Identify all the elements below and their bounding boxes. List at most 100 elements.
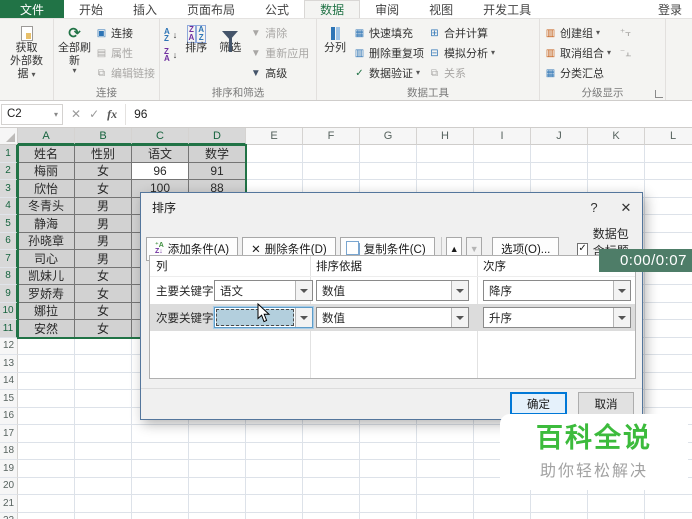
tab-insert[interactable]: 插入 bbox=[118, 0, 172, 18]
formula-cancel-icon[interactable]: ✕ bbox=[71, 107, 81, 121]
cell-F20[interactable] bbox=[303, 477, 360, 495]
column-header-D[interactable]: D bbox=[189, 128, 246, 145]
name-box[interactable]: C2 ▾ bbox=[1, 103, 63, 125]
cell-B13[interactable] bbox=[75, 355, 132, 373]
tab-developer[interactable]: 开发工具 bbox=[468, 0, 546, 18]
cell-C22[interactable] bbox=[132, 512, 189, 519]
tab-view[interactable]: 视图 bbox=[414, 0, 468, 18]
cell-B9[interactable]: 女 bbox=[75, 285, 132, 303]
cell-E21[interactable] bbox=[246, 495, 303, 513]
cell-L11[interactable] bbox=[645, 320, 692, 338]
cell-G19[interactable] bbox=[360, 460, 417, 478]
cell-K1[interactable] bbox=[588, 145, 645, 163]
secondary-sorton-select[interactable]: 数值 bbox=[316, 307, 469, 328]
cell-A13[interactable] bbox=[18, 355, 75, 373]
cell-I21[interactable] bbox=[474, 495, 531, 513]
row-header-22[interactable]: 22 bbox=[0, 512, 18, 519]
cell-A5[interactable]: 静海 bbox=[18, 215, 75, 233]
cell-L9[interactable] bbox=[645, 285, 692, 303]
relationships-button[interactable]: ⧉ 关系 bbox=[426, 64, 497, 82]
cell-B18[interactable] bbox=[75, 442, 132, 460]
row-header-20[interactable]: 20 bbox=[0, 477, 18, 495]
row-header-18[interactable]: 18 bbox=[0, 442, 18, 460]
tab-home[interactable]: 开始 bbox=[64, 0, 118, 18]
cell-A9[interactable]: 罗娇寿 bbox=[18, 285, 75, 303]
edit-links-button[interactable]: ⧉ 编辑链接 bbox=[93, 64, 157, 82]
primary-sorton-select[interactable]: 数值 bbox=[316, 280, 469, 301]
column-header-C[interactable]: C bbox=[132, 128, 189, 145]
subtotal-button[interactable]: ▦ 分类汇总 bbox=[542, 64, 613, 82]
clear-filter-button[interactable]: ▼ 清除 bbox=[247, 24, 311, 42]
cell-D1[interactable]: 数学 bbox=[189, 145, 246, 163]
cell-B3[interactable]: 女 bbox=[75, 180, 132, 198]
row-header-17[interactable]: 17 bbox=[0, 425, 18, 443]
cell-B20[interactable] bbox=[75, 477, 132, 495]
cell-G18[interactable] bbox=[360, 442, 417, 460]
cell-E22[interactable] bbox=[246, 512, 303, 519]
cell-C2[interactable]: 96 bbox=[132, 162, 189, 180]
header-checkbox[interactable]: ✓ bbox=[577, 242, 588, 256]
cell-B1[interactable]: 性别 bbox=[75, 145, 132, 163]
cell-K2[interactable] bbox=[588, 162, 645, 180]
cell-E2[interactable] bbox=[246, 162, 303, 180]
cell-A11[interactable]: 安然 bbox=[18, 320, 75, 338]
cell-B19[interactable] bbox=[75, 460, 132, 478]
advanced-filter-button[interactable]: ▼ 高级 bbox=[247, 64, 311, 82]
cell-F21[interactable] bbox=[303, 495, 360, 513]
cell-E20[interactable] bbox=[246, 477, 303, 495]
cell-F22[interactable] bbox=[303, 512, 360, 519]
row-header-5[interactable]: 5 bbox=[0, 215, 18, 233]
select-all-corner[interactable] bbox=[0, 128, 18, 145]
row-header-13[interactable]: 13 bbox=[0, 355, 18, 373]
cell-B12[interactable] bbox=[75, 337, 132, 355]
cell-F2[interactable] bbox=[303, 162, 360, 180]
cell-A16[interactable] bbox=[18, 407, 75, 425]
insert-function-icon[interactable]: fx bbox=[107, 107, 117, 122]
hide-detail-button[interactable]: ⁻⫠ bbox=[617, 44, 634, 62]
cell-L13[interactable] bbox=[645, 355, 692, 373]
dialog-close-icon[interactable]: ✕ bbox=[610, 193, 642, 222]
properties-button[interactable]: ▤ 属性 bbox=[93, 44, 157, 62]
cell-K21[interactable] bbox=[588, 495, 645, 513]
cell-H17[interactable] bbox=[417, 425, 474, 443]
cell-A18[interactable] bbox=[18, 442, 75, 460]
name-box-caret-icon[interactable]: ▾ bbox=[54, 110, 62, 119]
primary-column-select[interactable]: 语文 bbox=[214, 280, 313, 301]
remove-duplicates-button[interactable]: ▥ 删除重复项 bbox=[351, 44, 426, 62]
tab-page-layout[interactable]: 页面布局 bbox=[172, 0, 250, 18]
cell-C1[interactable]: 语文 bbox=[132, 145, 189, 163]
cell-B17[interactable] bbox=[75, 425, 132, 443]
cell-A12[interactable] bbox=[18, 337, 75, 355]
login-button[interactable]: 登录 bbox=[648, 0, 692, 18]
row-header-16[interactable]: 16 bbox=[0, 407, 18, 425]
cell-A22[interactable] bbox=[18, 512, 75, 519]
cell-L14[interactable] bbox=[645, 373, 692, 390]
column-header-L[interactable]: L bbox=[645, 128, 692, 145]
cell-C19[interactable] bbox=[132, 460, 189, 478]
cell-F17[interactable] bbox=[303, 425, 360, 443]
flash-fill-button[interactable]: ▦ 快速填充 bbox=[351, 24, 426, 42]
cell-A4[interactable]: 冬青头 bbox=[18, 197, 75, 215]
cell-H2[interactable] bbox=[417, 162, 474, 180]
cell-C18[interactable] bbox=[132, 442, 189, 460]
cell-B14[interactable] bbox=[75, 372, 132, 390]
cell-E18[interactable] bbox=[246, 442, 303, 460]
row-header-14[interactable]: 14 bbox=[0, 372, 18, 390]
cell-I2[interactable] bbox=[474, 162, 531, 180]
cell-D19[interactable] bbox=[189, 460, 246, 478]
cell-C20[interactable] bbox=[132, 477, 189, 495]
row-header-4[interactable]: 4 bbox=[0, 197, 18, 215]
cell-B16[interactable] bbox=[75, 407, 132, 425]
row-header-6[interactable]: 6 bbox=[0, 232, 18, 250]
cell-B11[interactable]: 女 bbox=[75, 320, 132, 338]
primary-column-caret-icon[interactable] bbox=[295, 281, 312, 300]
column-header-A[interactable]: A bbox=[18, 128, 75, 145]
row-header-8[interactable]: 8 bbox=[0, 267, 18, 285]
cell-A14[interactable] bbox=[18, 372, 75, 390]
cell-H20[interactable] bbox=[417, 477, 474, 495]
cell-H19[interactable] bbox=[417, 460, 474, 478]
cell-D20[interactable] bbox=[189, 477, 246, 495]
row-header-7[interactable]: 7 bbox=[0, 250, 18, 268]
cell-J2[interactable] bbox=[531, 162, 588, 180]
secondary-order-caret-icon[interactable] bbox=[613, 308, 630, 327]
